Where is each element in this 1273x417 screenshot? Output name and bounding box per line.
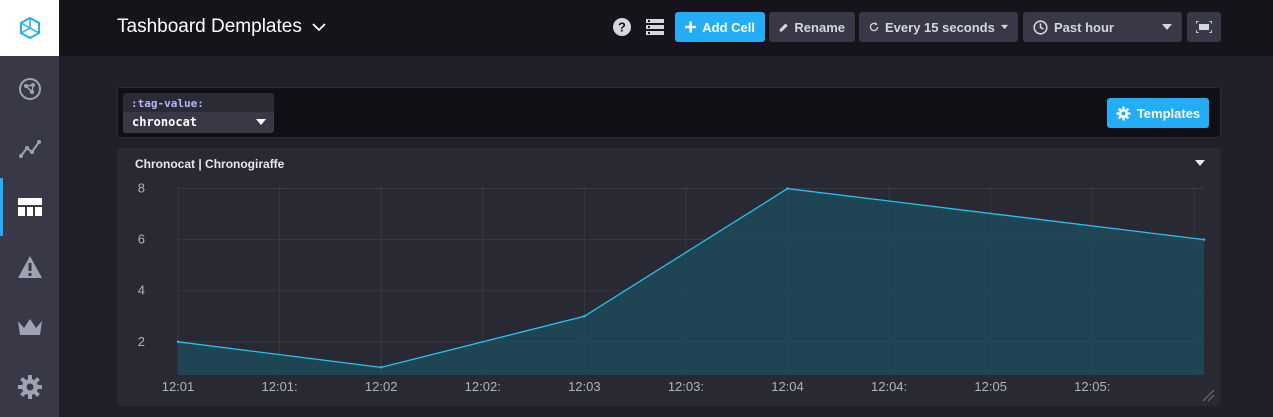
help-icon[interactable]: ?: [611, 16, 633, 38]
gear-icon: [17, 375, 42, 399]
x-tick-label: 12:04: [771, 379, 804, 394]
template-variable-value: chronocat: [132, 115, 198, 129]
autorefresh-label: Every 15 seconds: [885, 19, 995, 35]
caret-down-icon: [256, 119, 266, 125]
add-cell-label: Add Cell: [702, 19, 755, 35]
dashboard-title-dropdown[interactable]: Tashboard Demplates: [117, 16, 326, 38]
crown-icon: [17, 319, 42, 335]
data-point: [176, 340, 180, 343]
page-title: Tashboard Demplates: [117, 16, 302, 37]
data-point: [583, 315, 586, 318]
line-chart: 2 4 6 8 12:01 12:01: 12:02 12:02: 12:03 12:03: 12:…: [138, 181, 1206, 394]
caret-down-icon: [1000, 24, 1008, 30]
templates-button[interactable]: Templates: [1107, 98, 1209, 128]
fullscreen-button[interactable]: [1187, 12, 1221, 42]
plus-icon: [685, 21, 697, 33]
x-tick-label: 12:05: [974, 379, 1007, 394]
sidebar-item-alerts[interactable]: [0, 238, 59, 296]
template-variables-icon[interactable]: [644, 16, 666, 38]
autorefresh-dropdown[interactable]: Every 15 seconds: [859, 12, 1018, 42]
sidebar-item-explore[interactable]: [0, 60, 59, 118]
rename-button[interactable]: Rename: [769, 12, 855, 42]
gear-icon: [1116, 106, 1131, 120]
svg-text:?: ?: [618, 20, 626, 35]
x-tick-label: 12:01:: [262, 379, 298, 394]
graph-cell[interactable]: Chronocat | Chronogiraffe 2 4 6 8 12:01 12:01…: [117, 148, 1221, 406]
resize-handle-icon[interactable]: [1201, 388, 1215, 402]
y-tick-label: 4: [138, 283, 145, 298]
sidebar-item-data-explorer[interactable]: [0, 120, 59, 178]
x-tick-label: 12:03: [568, 379, 601, 394]
y-tick-label: 2: [138, 334, 145, 349]
sidebar-item-settings[interactable]: [0, 358, 59, 416]
globe-graph-icon: [18, 78, 41, 100]
template-control-bar: :tag-value: chronocat: [117, 87, 1221, 138]
x-tick-label: 12:04:: [871, 379, 907, 394]
rename-label: Rename: [794, 19, 845, 35]
pencil-icon: [779, 23, 788, 31]
x-tick-label: 12:01: [162, 379, 195, 394]
x-tick-label: 12:05:: [1074, 379, 1110, 394]
page-header: Tashboard Demplates ? Add Cell Rename Ev…: [59, 0, 1273, 56]
line-graph-icon: [18, 140, 41, 158]
sidebar: [0, 0, 59, 417]
warning-icon: [17, 256, 42, 278]
template-variable-label: :tag-value:: [131, 97, 204, 110]
x-tick-label: 12:02: [365, 379, 398, 394]
data-point: [379, 366, 383, 369]
sidebar-item-admin[interactable]: [0, 298, 59, 356]
templates-label: Templates: [1136, 105, 1201, 121]
data-point: [786, 187, 789, 190]
chevron-down-icon: [312, 23, 326, 31]
y-tick-label: 6: [138, 232, 145, 247]
x-tick-label: 12:02:: [465, 379, 501, 394]
dashboard-grid-icon: [17, 198, 42, 216]
logo-icon[interactable]: [0, 0, 59, 56]
clock-icon: [1033, 19, 1048, 35]
data-point: [1202, 238, 1206, 241]
sidebar-item-dashboards[interactable]: [0, 178, 59, 236]
template-variable-select[interactable]: chronocat: [123, 112, 274, 133]
x-tick-label: 12:03:: [668, 379, 704, 394]
caret-down-icon: [1162, 24, 1172, 30]
refresh-icon: [869, 22, 879, 32]
time-range-dropdown[interactable]: Past hour: [1023, 12, 1182, 42]
add-cell-button[interactable]: Add Cell: [675, 12, 765, 42]
fullscreen-icon: [1196, 21, 1212, 33]
template-variable: :tag-value: chronocat: [123, 93, 274, 133]
time-range-label: Past hour: [1054, 19, 1114, 35]
y-tick-label: 8: [138, 181, 145, 196]
series-area: [178, 188, 1204, 375]
